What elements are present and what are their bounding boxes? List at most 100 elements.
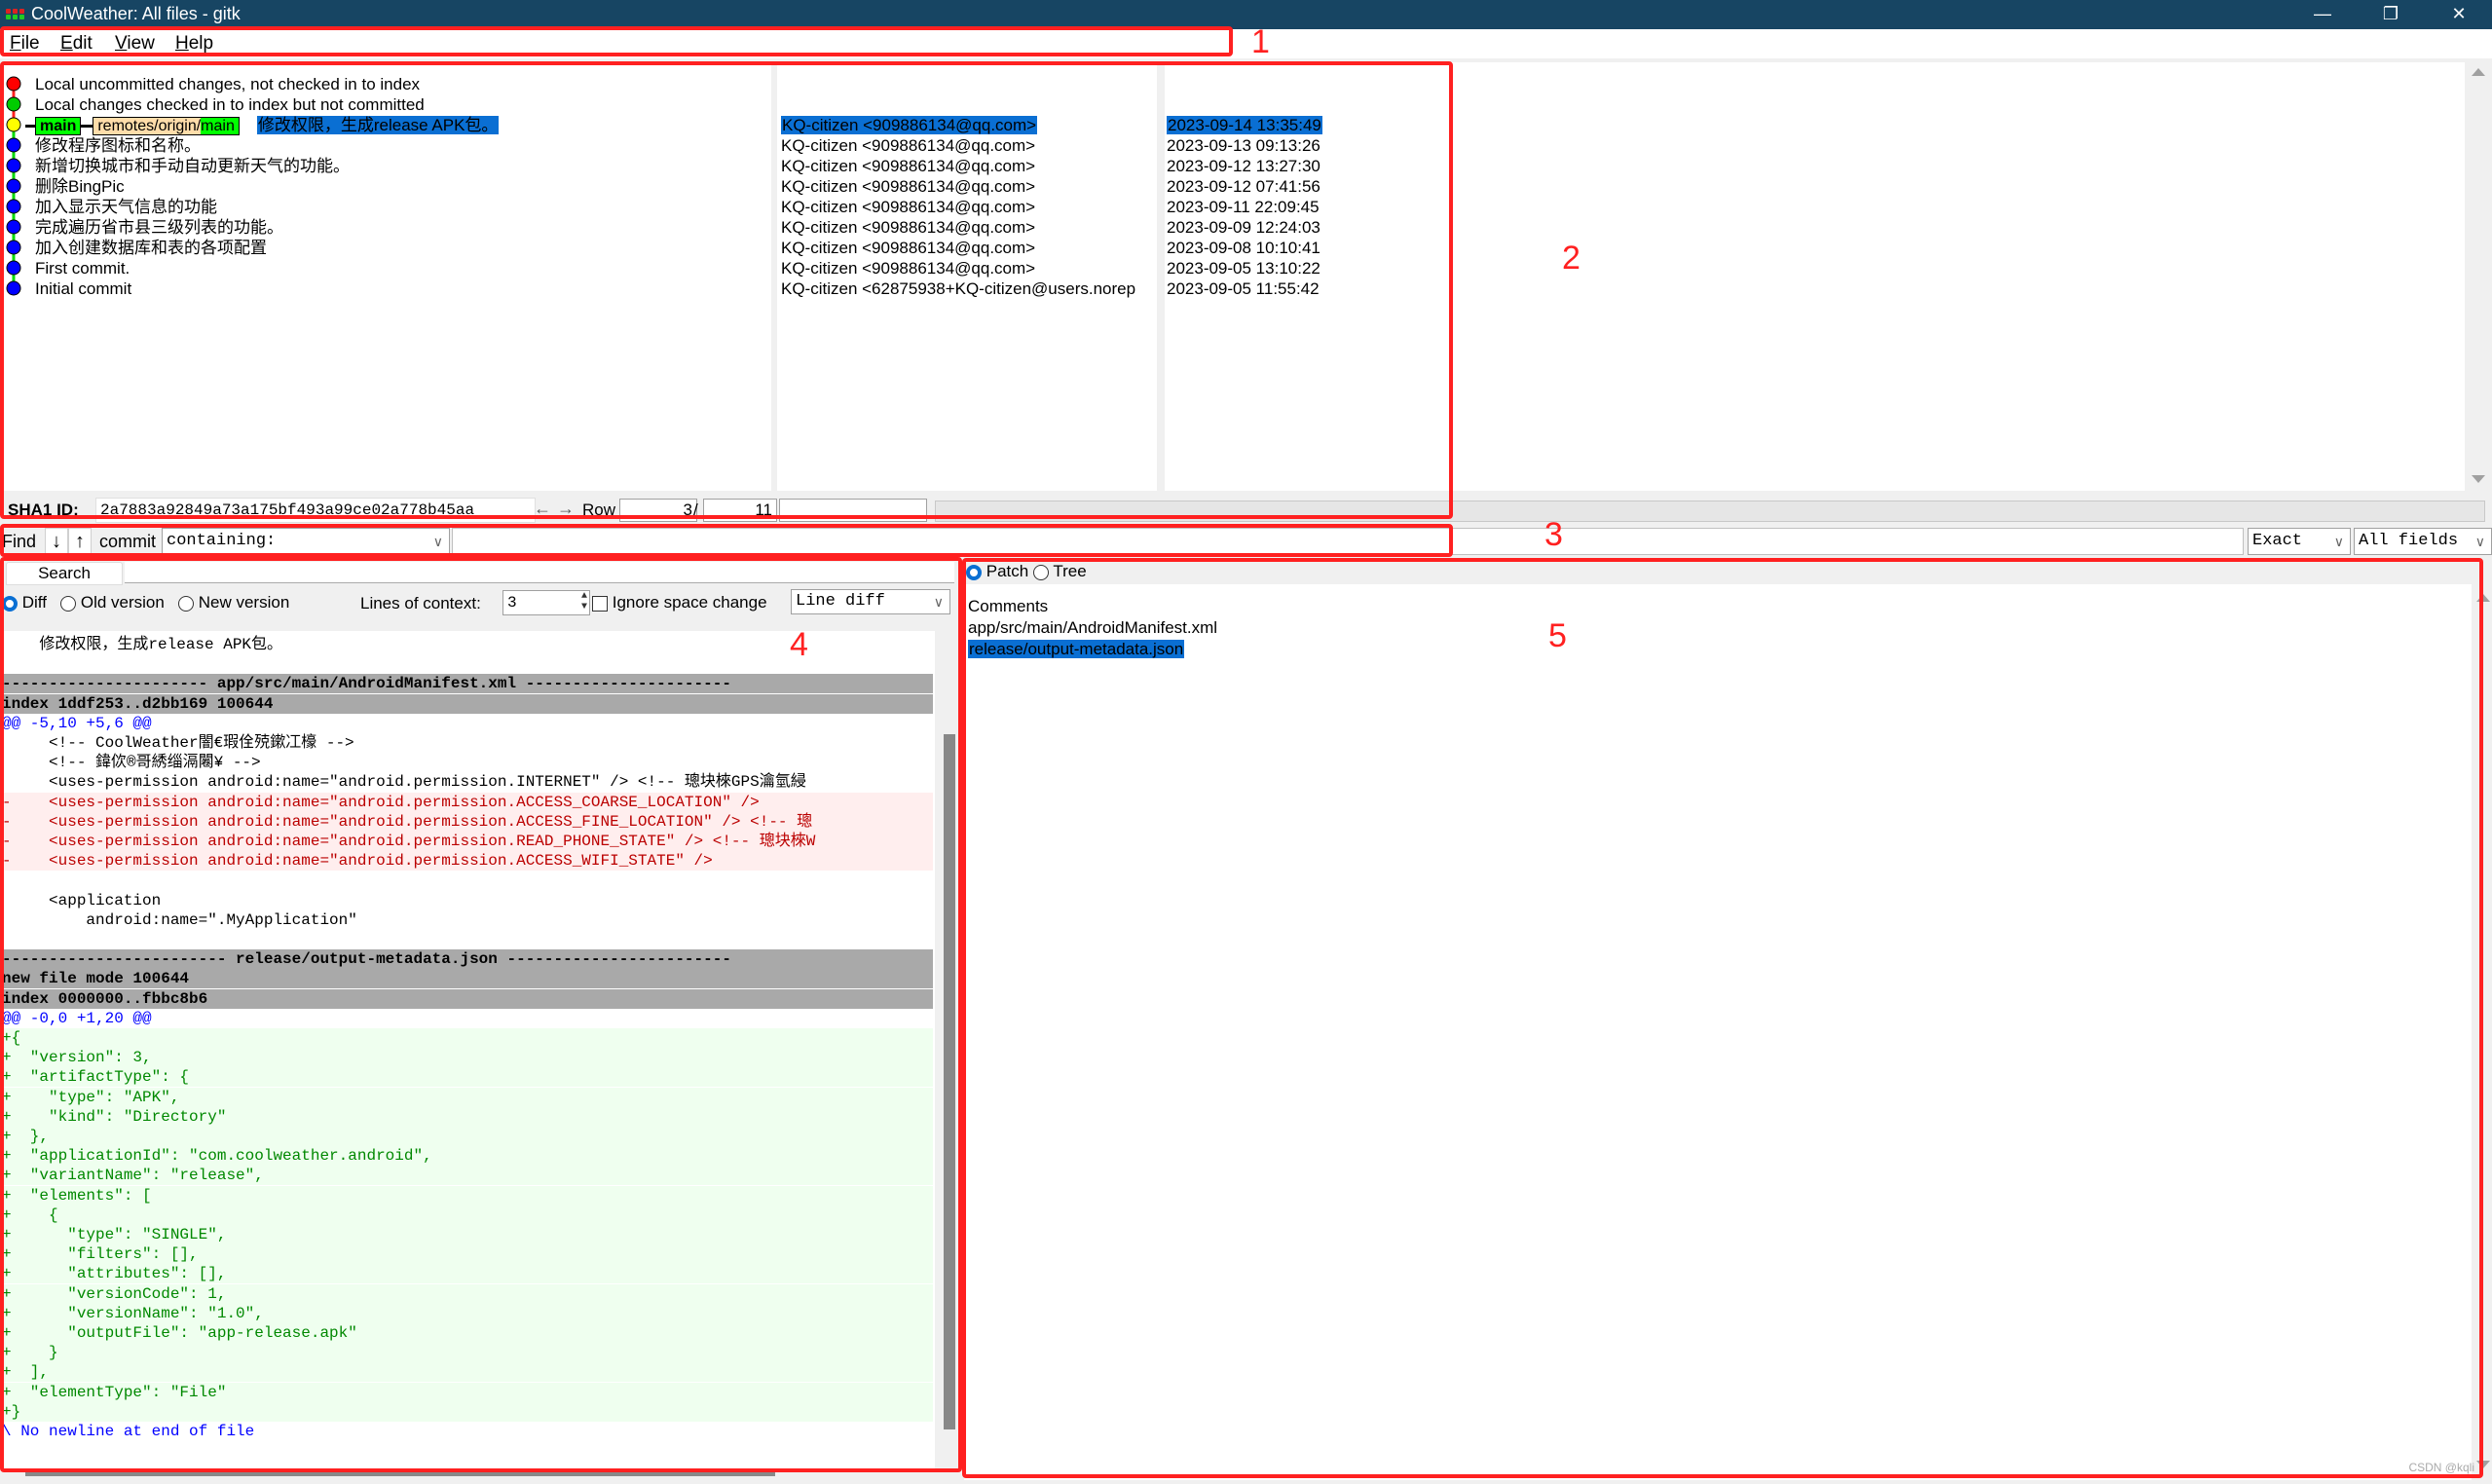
author-column[interactable]: KQ-citizen <909886134@qq.com> KQ-citizen … [777,62,1157,491]
file-list[interactable]: Comments app/src/main/AndroidManifest.xml… [964,584,2472,1480]
commit-row[interactable]: 修改程序图标和名称。 [35,135,201,156]
radio-patch[interactable]: Patch [966,562,1028,580]
menu-file[interactable]: File [10,33,40,55]
diff-search-input[interactable] [125,562,954,583]
commit-date[interactable]: 2023-09-14 13:35:49 [1167,115,1322,135]
remote-tag-origin-main[interactable]: remotes/origin/main [93,117,240,136]
file-list-scrollbar[interactable] [2473,584,2492,1484]
commit-author[interactable]: KQ-citizen <909886134@qq.com> [781,197,1035,217]
commit-row[interactable]: First commit. [35,258,130,278]
menu-view[interactable]: View [115,33,155,55]
commit-row[interactable]: Local uncommitted changes, not checked i… [35,74,420,94]
commit-author[interactable]: KQ-citizen <909886134@qq.com> [781,217,1035,238]
diff-hscroll-thumb[interactable] [25,1468,775,1476]
diff-line-add: + "kind": "Directory" [2,1106,933,1127]
radio-icon [178,595,194,612]
commit-date[interactable]: 2023-09-05 11:55:42 [1167,278,1320,299]
commit-row[interactable]: 删除BingPic [35,176,125,197]
diff-line-blank [2,930,933,949]
commit-author[interactable]: KQ-citizen <909886134@qq.com> [781,135,1035,156]
commit-author[interactable]: KQ-citizen <62875938+KQ-citizen@users.no… [781,278,1135,299]
commit-date[interactable]: 2023-09-08 10:10:41 [1167,238,1320,258]
radio-diff[interactable]: Diff [2,593,47,612]
commit-node [6,199,21,214]
ignore-space-checkbox[interactable]: Ignore space change [592,592,767,613]
commit-row[interactable]: Initial commit [35,278,131,299]
commit-graph-column[interactable]: Local uncommitted changes, not checked i… [4,62,771,491]
find-mode-select[interactable]: containing: ∨ [162,528,450,555]
search-fields-select[interactable]: All fields ∨ [2354,528,2492,555]
context-spinbox[interactable]: 3 ▲ ▼ [502,590,590,615]
menu-edit[interactable]: Edit [60,33,93,55]
commit-date[interactable]: 2023-09-09 12:24:03 [1167,217,1320,238]
file-list-item[interactable]: release/output-metadata.json [968,639,1185,660]
branch-tag-main[interactable]: main [35,117,82,136]
sha1-field[interactable]: 2a7883a92849a73a175bf493a99ce02a778b45aa [95,498,536,523]
commit-date[interactable]: 2023-09-12 13:27:30 [1167,156,1320,176]
scroll-up-icon[interactable] [2476,594,2490,602]
commit-author[interactable]: KQ-citizen <909886134@qq.com> [781,238,1035,258]
commit-row[interactable]: main remotes/origin/main 修改权限，生成release AP… [25,115,500,136]
radio-old-version[interactable]: Old version [60,593,165,612]
row-label: Row [582,501,616,519]
date-column[interactable]: 2023-09-14 13:35:49 2023-09-13 09:13:26 20… [1165,62,2465,491]
window-title: CoolWeather: All files - gitk [31,4,241,23]
diff-line-ctx: <!-- CoolWeather闇€瑕佺殑鏉冮檺 --> [2,734,354,752]
progress-field [779,499,927,522]
annotation-label-5: 5 [1548,617,1567,654]
diff-mode-select[interactable]: Line diff ∨ [791,589,950,614]
diff-line-ctx: android:name=".MyApplication" [2,910,357,929]
forward-button[interactable]: → [557,499,575,519]
diff-text[interactable]: 修改权限，生成release APK包。 --------------------… [2,631,935,1468]
find-input[interactable] [452,528,2244,555]
checkbox-icon [592,595,608,612]
scroll-down-icon[interactable] [2476,1461,2490,1468]
find-prev-button[interactable]: ↑ [68,528,92,555]
commit-row[interactable]: Local changes checked in to index but no… [35,94,425,115]
menu-help[interactable]: Help [175,33,213,55]
file-list-item[interactable]: app/src/main/AndroidManifest.xml [968,617,1217,639]
scroll-down-icon[interactable] [2472,475,2485,483]
find-next-button[interactable]: ↓ [45,528,68,555]
commit-list-scrollbar[interactable] [2469,62,2488,491]
commit-row[interactable]: 新增切换城市和手动自动更新天气的功能。 [35,156,350,176]
commit-row[interactable]: 加入显示天气信息的功能 [35,197,217,217]
back-button[interactable]: ← [534,499,551,519]
commit-author[interactable]: KQ-citizen <909886134@qq.com> [781,258,1035,278]
match-mode-select[interactable]: Exact ∨ [2248,528,2351,555]
radio-new-version[interactable]: New version [178,593,289,612]
scroll-up-icon[interactable] [2472,68,2485,76]
sha1-label: SHA1 ID: [8,501,79,519]
commit-author[interactable]: KQ-citizen <909886134@qq.com> [781,115,1038,135]
diff-line-hunk: @@ -5,10 +5,6 @@ [2,714,152,732]
diff-line-ctx: <application [2,891,162,909]
file-list-item[interactable]: Comments [968,596,1048,617]
diff-vscroll-thumb[interactable] [944,734,955,1429]
diff-line-add: + ], [2,1362,933,1383]
commit-author[interactable]: KQ-citizen <909886134@qq.com> [781,176,1035,197]
radio-tree[interactable]: Tree [1032,562,1087,580]
commit-row[interactable]: 完成遍历省市县三级列表的功能。 [35,217,283,238]
commit-headline: 加入创建数据库和表的各项配置 [35,239,267,257]
commit-date[interactable]: 2023-09-13 09:13:26 [1167,135,1320,156]
commit-node [6,280,21,296]
commit-author[interactable]: KQ-citizen <909886134@qq.com> [781,156,1035,176]
spin-arrows-icon[interactable]: ▲ ▼ [581,591,587,612]
search-button[interactable]: Search [6,562,123,585]
close-button[interactable]: ✕ [2425,0,2492,29]
diff-vscrollbar[interactable] [941,631,958,1468]
restore-button[interactable]: ❐ [2357,0,2425,29]
commit-row[interactable]: 加入创建数据库和表的各项配置 [35,238,267,258]
commit-date[interactable]: 2023-09-05 13:10:22 [1167,258,1320,278]
diff-line-add: + "versionCode": 1, [2,1283,933,1304]
find-label: Find [2,532,37,551]
title-bar: CoolWeather: All files - gitk — ❐ ✕ [0,0,2492,29]
commit-date[interactable]: 2023-09-12 07:41:56 [1167,176,1320,197]
status-bar [935,501,2485,522]
commit-date[interactable]: 2023-09-11 22:09:45 [1167,197,1320,217]
annotation-label-2: 2 [1562,240,1581,277]
diff-line-hdr: index 0000000..fbbc8b6 [2,988,933,1009]
annotation-label-4: 4 [790,626,808,663]
minimize-button[interactable]: — [2288,0,2357,29]
diff-line-add: + "elements": [ [2,1185,933,1206]
